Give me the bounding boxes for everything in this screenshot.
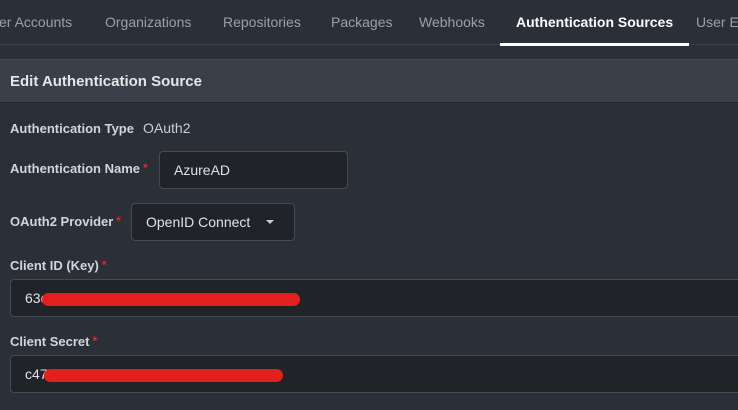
auth-type-label: Authentication Type	[10, 121, 134, 136]
required-asterisk: *	[143, 161, 148, 175]
redaction-mark	[42, 293, 300, 306]
edit-auth-source-form: Authentication Type OAuth2 Authenticatio…	[0, 103, 738, 410]
required-asterisk: *	[116, 214, 121, 228]
client-secret-label: Client Secret *	[10, 334, 97, 349]
oauth2-provider-dropdown[interactable]: OpenID Connect	[131, 203, 295, 241]
oauth2-provider-selected: OpenID Connect	[146, 214, 251, 230]
section-title: Edit Authentication Source	[0, 59, 738, 103]
oauth2-provider-label: OAuth2 Provider *	[10, 214, 121, 229]
auth-type-value: OAuth2	[143, 120, 191, 136]
tab-packages[interactable]: Packages	[331, 0, 392, 45]
tab-authentication-sources[interactable]: Authentication Sources	[500, 0, 690, 46]
client-id-label-text: Client ID (Key)	[10, 258, 99, 273]
auth-name-label-text: Authentication Name	[10, 161, 141, 176]
tab-user-accounts[interactable]: er Accounts	[0, 0, 72, 45]
redaction-mark	[44, 369, 283, 382]
auth-name-input[interactable]	[159, 151, 348, 189]
admin-tab-bar: er Accounts Organizations Repositories P…	[0, 0, 738, 46]
oauth2-provider-label-text: OAuth2 Provider	[10, 214, 114, 229]
tab-repositories[interactable]: Repositories	[223, 0, 301, 45]
required-asterisk: *	[92, 334, 98, 348]
auth-type-label-text: Authentication Type	[10, 121, 134, 136]
required-asterisk: *	[101, 258, 107, 272]
tab-user-emails[interactable]: User Er	[696, 0, 738, 45]
auth-name-label: Authentication Name *	[10, 161, 148, 176]
client-id-label: Client ID (Key) *	[10, 258, 107, 273]
tab-webhooks[interactable]: Webhooks	[419, 0, 485, 45]
caret-down-icon	[266, 220, 274, 224]
tab-organizations[interactable]: Organizations	[105, 0, 191, 45]
client-secret-label-text: Client Secret	[10, 334, 90, 349]
